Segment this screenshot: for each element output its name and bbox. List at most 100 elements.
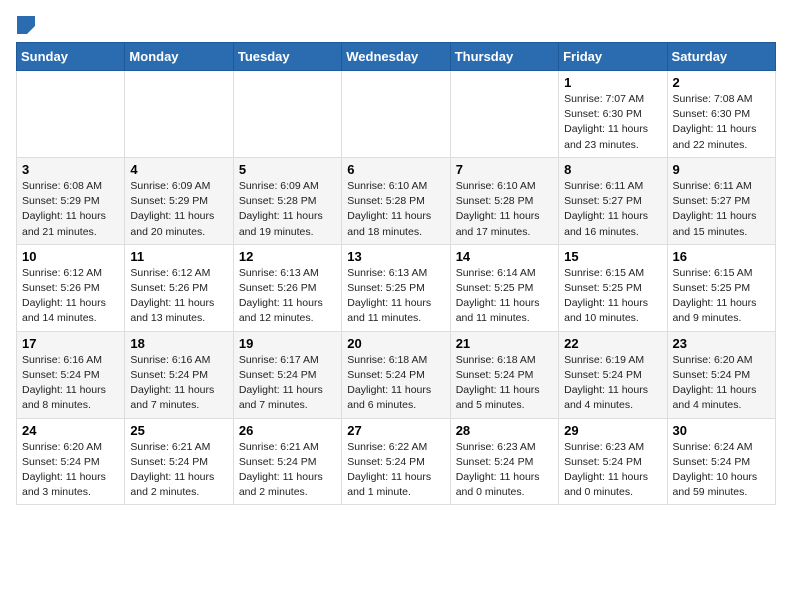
calendar-cell: 11 Sunrise: 6:12 AMSunset: 5:26 PMDayligh… [125,244,233,331]
day-number: 13 [347,249,444,264]
calendar-cell [17,71,125,158]
calendar-cell [233,71,341,158]
day-number: 30 [673,423,770,438]
day-info: Sunrise: 6:15 AMSunset: 5:25 PMDaylight:… [673,266,770,327]
calendar-cell: 28 Sunrise: 6:23 AMSunset: 5:24 PMDayligh… [450,418,558,505]
logo [16,16,35,34]
day-number: 24 [22,423,119,438]
day-number: 10 [22,249,119,264]
day-number: 7 [456,162,553,177]
calendar-cell: 20 Sunrise: 6:18 AMSunset: 5:24 PMDayligh… [342,331,450,418]
calendar-cell: 19 Sunrise: 6:17 AMSunset: 5:24 PMDayligh… [233,331,341,418]
calendar-cell: 24 Sunrise: 6:20 AMSunset: 5:24 PMDayligh… [17,418,125,505]
calendar-cell: 13 Sunrise: 6:13 AMSunset: 5:25 PMDayligh… [342,244,450,331]
day-info: Sunrise: 6:19 AMSunset: 5:24 PMDaylight:… [564,353,661,414]
weekday-header-tuesday: Tuesday [233,43,341,71]
logo-triangle-icon [17,16,35,34]
calendar-cell: 25 Sunrise: 6:21 AMSunset: 5:24 PMDayligh… [125,418,233,505]
day-info: Sunrise: 6:08 AMSunset: 5:29 PMDaylight:… [22,179,119,240]
day-info: Sunrise: 6:15 AMSunset: 5:25 PMDaylight:… [564,266,661,327]
day-info: Sunrise: 6:20 AMSunset: 5:24 PMDaylight:… [673,353,770,414]
calendar-cell [342,71,450,158]
day-info: Sunrise: 6:20 AMSunset: 5:24 PMDaylight:… [22,440,119,501]
day-info: Sunrise: 6:18 AMSunset: 5:24 PMDaylight:… [347,353,444,414]
day-number: 23 [673,336,770,351]
day-info: Sunrise: 6:17 AMSunset: 5:24 PMDaylight:… [239,353,336,414]
day-info: Sunrise: 6:16 AMSunset: 5:24 PMDaylight:… [22,353,119,414]
day-info: Sunrise: 6:21 AMSunset: 5:24 PMDaylight:… [130,440,227,501]
day-number: 17 [22,336,119,351]
day-number: 12 [239,249,336,264]
calendar-cell: 22Sunrise: 6:19 AMSunset: 5:24 PMDayligh… [559,331,667,418]
day-number: 26 [239,423,336,438]
day-number: 3 [22,162,119,177]
calendar-cell: 5 Sunrise: 6:09 AMSunset: 5:28 PMDaylight… [233,157,341,244]
weekday-header-saturday: Saturday [667,43,775,71]
calendar-cell: 10 Sunrise: 6:12 AMSunset: 5:26 PMDayligh… [17,244,125,331]
weekday-header-thursday: Thursday [450,43,558,71]
day-number: 19 [239,336,336,351]
weekday-header-friday: Friday [559,43,667,71]
day-info: Sunrise: 6:12 AMSunset: 5:26 PMDaylight:… [130,266,227,327]
day-info: Sunrise: 6:09 AMSunset: 5:28 PMDaylight:… [239,179,336,240]
calendar-cell: 12Sunrise: 6:13 AMSunset: 5:26 PMDayligh… [233,244,341,331]
day-info: Sunrise: 6:16 AMSunset: 5:24 PMDaylight:… [130,353,227,414]
calendar-cell: 9 Sunrise: 6:11 AMSunset: 5:27 PMDaylight… [667,157,775,244]
day-info: Sunrise: 6:10 AMSunset: 5:28 PMDaylight:… [456,179,553,240]
calendar-cell: 3 Sunrise: 6:08 AMSunset: 5:29 PMDaylight… [17,157,125,244]
day-info: Sunrise: 6:22 AMSunset: 5:24 PMDaylight:… [347,440,444,501]
calendar-cell: 15 Sunrise: 6:15 AMSunset: 5:25 PMDayligh… [559,244,667,331]
day-number: 27 [347,423,444,438]
calendar-cell: 4 Sunrise: 6:09 AMSunset: 5:29 PMDaylight… [125,157,233,244]
calendar-cell: 18 Sunrise: 6:16 AMSunset: 5:24 PMDayligh… [125,331,233,418]
calendar-cell: 7 Sunrise: 6:10 AMSunset: 5:28 PMDaylight… [450,157,558,244]
day-info: Sunrise: 6:11 AMSunset: 5:27 PMDaylight:… [673,179,770,240]
day-number: 29 [564,423,661,438]
calendar-cell: 30 Sunrise: 6:24 AMSunset: 5:24 PMDayligh… [667,418,775,505]
calendar: SundayMondayTuesdayWednesdayThursdayFrid… [16,42,776,505]
day-info: Sunrise: 6:18 AMSunset: 5:24 PMDaylight:… [456,353,553,414]
day-number: 21 [456,336,553,351]
calendar-cell: 1Sunrise: 7:07 AMSunset: 6:30 PMDaylight… [559,71,667,158]
day-info: Sunrise: 6:14 AMSunset: 5:25 PMDaylight:… [456,266,553,327]
day-info: Sunrise: 6:10 AMSunset: 5:28 PMDaylight:… [347,179,444,240]
calendar-cell: 8Sunrise: 6:11 AMSunset: 5:27 PMDaylight… [559,157,667,244]
day-number: 28 [456,423,553,438]
calendar-cell [450,71,558,158]
weekday-header-monday: Monday [125,43,233,71]
day-number: 9 [673,162,770,177]
day-info: Sunrise: 6:24 AMSunset: 5:24 PMDaylight:… [673,440,770,501]
calendar-cell [125,71,233,158]
weekday-header-wednesday: Wednesday [342,43,450,71]
calendar-cell: 26 Sunrise: 6:21 AMSunset: 5:24 PMDayligh… [233,418,341,505]
day-info: Sunrise: 7:07 AMSunset: 6:30 PMDaylight:… [564,92,661,153]
day-info: Sunrise: 6:23 AMSunset: 5:24 PMDaylight:… [456,440,553,501]
calendar-cell: 16 Sunrise: 6:15 AMSunset: 5:25 PMDayligh… [667,244,775,331]
day-number: 4 [130,162,227,177]
day-info: Sunrise: 6:21 AMSunset: 5:24 PMDaylight:… [239,440,336,501]
header [16,16,776,34]
day-info: Sunrise: 6:12 AMSunset: 5:26 PMDaylight:… [22,266,119,327]
weekday-header-sunday: Sunday [17,43,125,71]
calendar-cell: 2 Sunrise: 7:08 AMSunset: 6:30 PMDaylight… [667,71,775,158]
calendar-cell: 6Sunrise: 6:10 AMSunset: 5:28 PMDaylight… [342,157,450,244]
day-number: 2 [673,75,770,90]
day-info: Sunrise: 7:08 AMSunset: 6:30 PMDaylight:… [673,92,770,153]
calendar-cell: 27 Sunrise: 6:22 AMSunset: 5:24 PMDayligh… [342,418,450,505]
day-number: 25 [130,423,227,438]
day-number: 20 [347,336,444,351]
day-info: Sunrise: 6:13 AMSunset: 5:25 PMDaylight:… [347,266,444,327]
day-number: 11 [130,249,227,264]
day-info: Sunrise: 6:09 AMSunset: 5:29 PMDaylight:… [130,179,227,240]
calendar-cell: 23 Sunrise: 6:20 AMSunset: 5:24 PMDayligh… [667,331,775,418]
calendar-cell: 17 Sunrise: 6:16 AMSunset: 5:24 PMDayligh… [17,331,125,418]
day-number: 16 [673,249,770,264]
day-info: Sunrise: 6:11 AMSunset: 5:27 PMDaylight:… [564,179,661,240]
day-number: 15 [564,249,661,264]
day-number: 14 [456,249,553,264]
calendar-cell: 29Sunrise: 6:23 AMSunset: 5:24 PMDayligh… [559,418,667,505]
calendar-cell: 14 Sunrise: 6:14 AMSunset: 5:25 PMDayligh… [450,244,558,331]
calendar-cell: 21 Sunrise: 6:18 AMSunset: 5:24 PMDayligh… [450,331,558,418]
day-number: 5 [239,162,336,177]
day-number: 18 [130,336,227,351]
